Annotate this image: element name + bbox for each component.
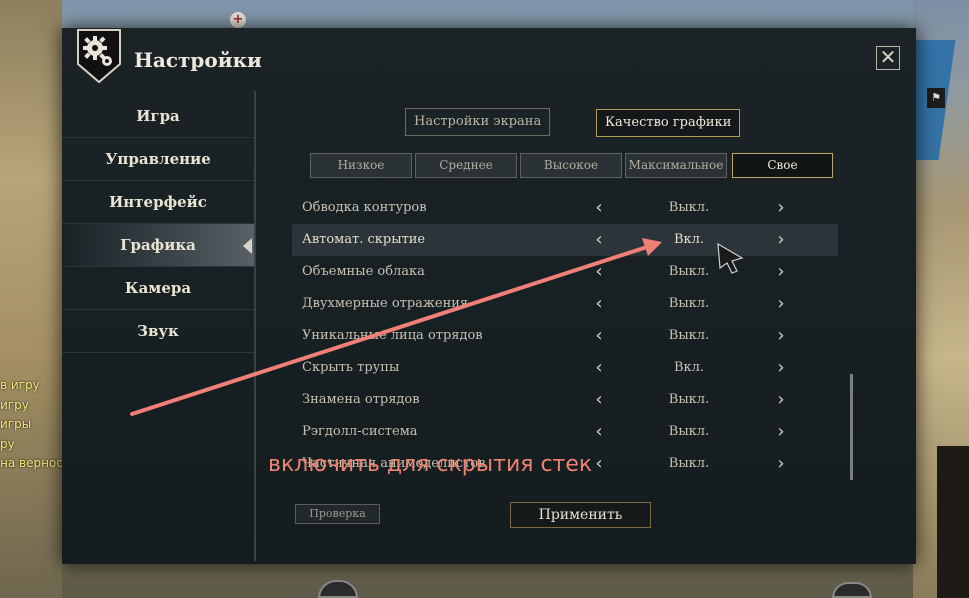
game-background-left [0,0,62,598]
setting-row: Скрыть трупы ‹ Вкл. › [292,352,838,384]
hud-ability-icon[interactable] [832,582,872,598]
chevron-right-icon[interactable]: › [772,224,790,256]
setting-value: Выкл. [668,296,710,311]
setting-row: Знамена отрядов ‹ Выкл. › [292,384,838,416]
setting-value: Вкл. [673,232,705,247]
setting-label: Объемные облака [302,264,425,279]
sidebar-item-camera[interactable]: Камера [62,267,254,310]
chevron-left-icon[interactable]: ‹ [590,224,608,256]
setting-value: Выкл. [668,328,710,343]
setting-value: Выкл. [668,456,710,471]
preset-custom-button[interactable]: Свое [732,153,833,178]
chevron-left-icon[interactable]: ‹ [590,288,608,320]
preset-high-button[interactable]: Высокое [520,153,622,178]
sidebar-item-label: Управление [105,150,211,168]
setting-value: Выкл. [668,424,710,439]
setting-label: Обводка контуров [302,200,427,215]
chevron-right-icon[interactable]: › [772,320,790,352]
chevron-right-icon[interactable]: › [772,192,790,224]
preset-low-button[interactable]: Низкое [310,153,412,178]
health-plus-icon: + [230,12,246,28]
preset-max-button[interactable]: Максимальное [625,153,727,178]
sidebar-item-label: Звук [137,322,179,340]
map-marker-icon: ⚑ [927,88,945,108]
chevron-right-icon[interactable]: › [772,448,790,480]
chevron-left-icon[interactable]: ‹ [590,256,608,288]
setting-label: Знамена отрядов [302,392,420,407]
chevron-right-icon[interactable]: › [772,416,790,448]
sidebar-item-label: Камера [124,279,192,297]
setting-row: Объемные облака ‹ Выкл. › [292,256,838,288]
sidebar-item-label: Графика [120,236,196,254]
setting-value: Вкл. [673,360,705,375]
setting-row: Обводка контуров ‹ Выкл. › [292,192,838,224]
sidebar-item-sound[interactable]: Звук [62,310,254,353]
setting-label: Уникальные лица отрядов [302,328,483,343]
settings-dialog: Настройки ✕ Игра Управление Интерфейс Гр… [62,28,916,564]
chevron-right-icon[interactable]: › [772,352,790,384]
preset-medium-button[interactable]: Среднее [415,153,517,178]
tab-graphics-quality[interactable]: Качество графики [596,109,741,137]
setting-row: Рэгдолл-система ‹ Выкл. › [292,416,838,448]
sidebar-item-controls[interactable]: Управление [62,138,254,181]
game-background-dark [937,446,969,598]
chevron-left-icon[interactable]: ‹ [590,384,608,416]
tab-screen-settings[interactable]: Настройки экрана [405,108,551,136]
dialog-title: Настройки [134,48,262,72]
close-icon: ✕ [879,45,897,69]
close-button[interactable]: ✕ [876,46,900,70]
hud-ability-icon[interactable] [318,580,358,598]
sidebar-item-label: Игра [136,107,180,125]
chevron-left-icon[interactable]: ‹ [590,448,608,480]
apply-button[interactable]: Применить [510,502,651,528]
chevron-left-icon[interactable]: ‹ [590,416,608,448]
settings-scrollbar[interactable] [850,374,853,480]
sidebar-item-graphics[interactable]: Графика [62,224,254,267]
annotation-text: включить для скрытия стек [268,452,593,477]
sidebar-divider [254,91,256,561]
chevron-left-icon[interactable]: ‹ [590,320,608,352]
settings-list: Обводка контуров ‹ Выкл. › Автомат. скры… [292,192,838,480]
gear-shield-icon [76,28,122,84]
setting-row: Двухмерные отражения ‹ Выкл. › [292,288,838,320]
setting-label: Двухмерные отражения [302,296,469,311]
chevron-right-icon[interactable]: › [772,384,790,416]
chevron-right-icon[interactable]: › [772,288,790,320]
setting-label: Скрыть трупы [302,360,400,375]
check-button[interactable]: Проверка [295,504,380,524]
sidebar-item-label: Интерфейс [109,193,207,211]
setting-value: Выкл. [668,392,710,407]
sidebar-item-game[interactable]: Игра [62,95,254,138]
settings-sidebar: Игра Управление Интерфейс Графика Камера… [62,95,254,353]
setting-value: Выкл. [668,264,710,279]
setting-label: Рэгдолл-система [302,424,418,439]
setting-row: Автомат. скрытие ‹ Вкл. › [292,224,838,256]
setting-value: Выкл. [668,200,710,215]
setting-label: Автомат. скрытие [302,232,426,247]
chevron-right-icon[interactable]: › [772,256,790,288]
setting-row: Уникальные лица отрядов ‹ Выкл. › [292,320,838,352]
chevron-left-icon[interactable]: ‹ [590,192,608,224]
sidebar-item-interface[interactable]: Интерфейс [62,181,254,224]
chevron-left-icon[interactable]: ‹ [590,352,608,384]
